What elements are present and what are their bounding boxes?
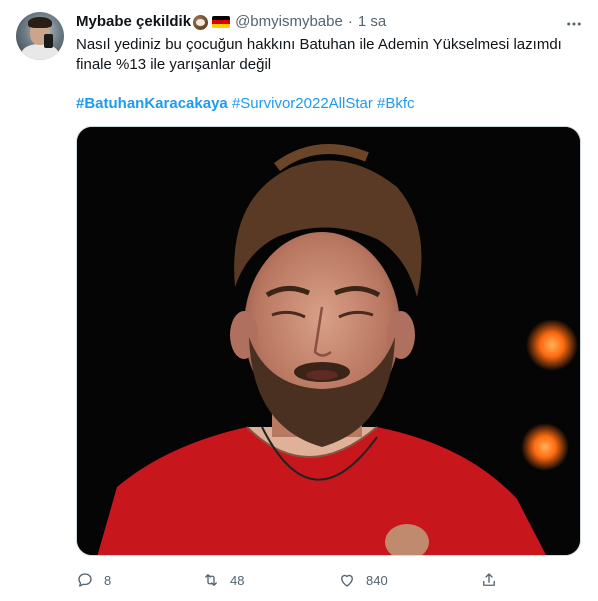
stage-light bbox=[521, 423, 569, 471]
crying-man-photo-illustration bbox=[77, 127, 580, 555]
hashtag-link[interactable]: #Survivor2022AllStar bbox=[232, 95, 373, 112]
separator-dot: · bbox=[347, 13, 353, 30]
coconut-emoji-icon bbox=[193, 14, 209, 30]
tweet-card[interactable]: Mybabe çekildik @bmyismybabe · 1 sa Nası… bbox=[0, 0, 598, 601]
avatar-hair-shape bbox=[28, 17, 52, 28]
share-button[interactable] bbox=[480, 568, 498, 592]
retweet-count: 48 bbox=[230, 572, 245, 588]
avatar-phone-shape bbox=[44, 34, 53, 48]
avatar-body-shape bbox=[21, 44, 59, 60]
more-options-button[interactable] bbox=[562, 12, 586, 36]
author-name[interactable]: Mybabe çekildik bbox=[76, 12, 191, 32]
reply-icon bbox=[78, 573, 92, 587]
like-button[interactable]: 840 bbox=[338, 568, 388, 592]
tweet-timestamp[interactable]: 1 sa bbox=[358, 12, 386, 32]
retweet-icon bbox=[205, 574, 217, 586]
heart-icon bbox=[341, 574, 353, 587]
hashtag-link[interactable]: #Bkfc bbox=[377, 95, 415, 112]
reply-button[interactable]: 8 bbox=[76, 568, 111, 592]
tweet-actions-bar: 8 48 840 bbox=[76, 568, 496, 592]
share-icon bbox=[483, 573, 495, 586]
like-count: 840 bbox=[366, 572, 388, 588]
reply-count: 8 bbox=[104, 572, 112, 588]
hashtag-link[interactable]: #BatuhanKaracakaya bbox=[76, 95, 228, 112]
tweet-header: Mybabe çekildik @bmyismybabe · 1 sa bbox=[76, 12, 386, 32]
stage-light bbox=[526, 319, 578, 371]
tweet-photo[interactable] bbox=[76, 126, 581, 556]
author-handle[interactable]: @bmyismybabe bbox=[235, 12, 343, 32]
germany-flag-icon bbox=[212, 16, 231, 28]
hashtag-row: #BatuhanKaracakaya #Survivor2022AllStar … bbox=[76, 94, 415, 114]
retweet-button[interactable]: 48 bbox=[202, 568, 244, 592]
avatar[interactable] bbox=[16, 12, 64, 60]
ellipsis-icon bbox=[567, 22, 581, 26]
tweet-text: Nasıl yediniz bu çocuğun hakkını Batuhan… bbox=[76, 36, 562, 73]
